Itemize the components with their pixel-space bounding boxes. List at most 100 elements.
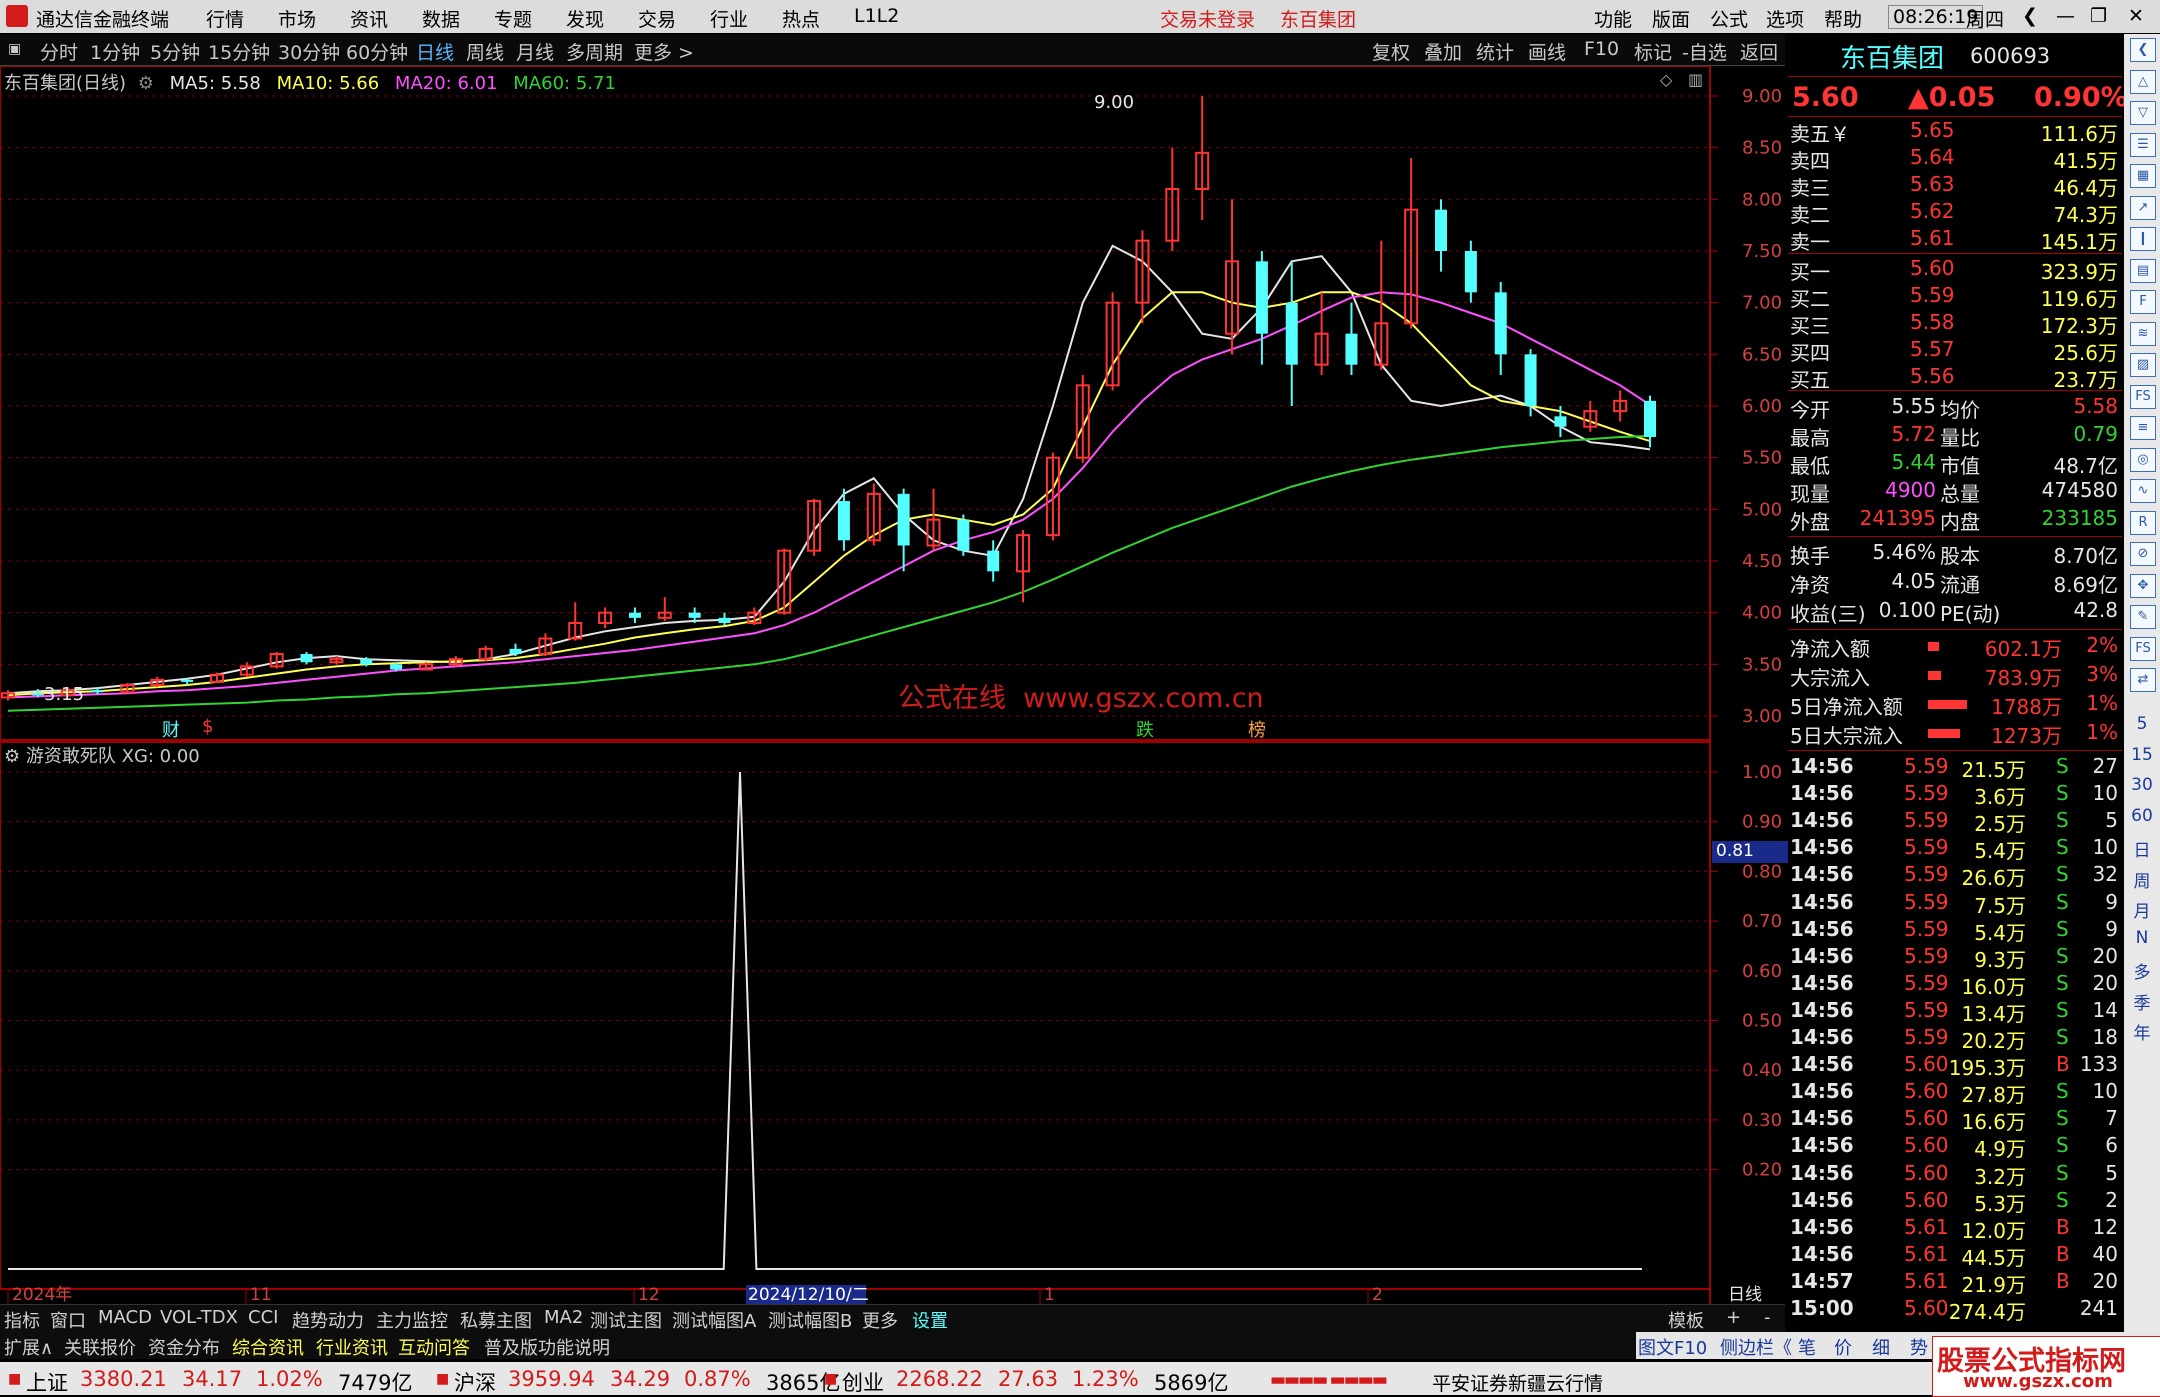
side-tab-5[interactable]: 势 <box>1910 1334 1928 1360</box>
index-name[interactable]: 上证 <box>26 1367 68 1397</box>
side-period-7[interactable]: N <box>2124 928 2160 948</box>
menu-trade[interactable]: 交易 <box>638 5 676 32</box>
watchlist-button[interactable]: -自选 <box>1682 38 1727 65</box>
indicator-tab-4[interactable]: CCI <box>248 1307 278 1328</box>
index-name[interactable]: 创业 <box>842 1367 884 1397</box>
side-period-8[interactable]: 多 <box>2124 958 2160 983</box>
sub-gear-icon[interactable]: ⚙ <box>4 746 20 767</box>
template-tab-1[interactable]: + <box>1726 1307 1741 1328</box>
indicator-tab-9[interactable]: 测试主图 <box>590 1307 662 1333</box>
chart-panel-icon[interactable]: ▥ <box>1688 70 1703 89</box>
period-tab-60min[interactable]: 60分钟 <box>346 38 408 65</box>
stats-button[interactable]: 统计 <box>1476 38 1514 65</box>
ext-tab-4[interactable]: 行业资讯 <box>316 1334 388 1360</box>
restore-icon[interactable]: ❐ <box>2090 5 2107 27</box>
menu-l1l2[interactable]: L1L2 <box>854 5 899 27</box>
ext-tab-1[interactable]: 关联报价 <box>64 1334 136 1360</box>
indicator-tab-0[interactable]: 指标 <box>4 1307 40 1333</box>
side-period-9[interactable]: 季 <box>2124 989 2160 1014</box>
period-tab-15min[interactable]: 15分钟 <box>208 38 270 65</box>
settings-gear-icon[interactable]: ⚙ <box>138 73 154 94</box>
side-period-10[interactable]: 年 <box>2124 1019 2160 1044</box>
indicator-tab-10[interactable]: 测试幅图A <box>672 1307 756 1333</box>
ext-tab-6[interactable]: 普及版功能说明 <box>484 1334 610 1360</box>
indicator-tab-7[interactable]: 私募主图 <box>460 1307 532 1333</box>
lines-icon[interactable]: ≡ <box>2130 416 2156 440</box>
trend-icon[interactable]: ↗ <box>2130 195 2156 220</box>
minimize-icon[interactable]: — <box>2056 5 2075 27</box>
period-tab-monthly[interactable]: 月线 <box>516 38 554 65</box>
side-period-4[interactable]: 日 <box>2124 836 2160 861</box>
side-period-0[interactable]: 5 <box>2124 714 2160 734</box>
menu-formula[interactable]: 公式 <box>1710 5 1748 32</box>
mark-button[interactable]: 标记 <box>1634 38 1672 65</box>
event-marker-dollar[interactable]: $ <box>202 716 213 737</box>
link-icon[interactable]: ⇄ <box>2130 668 2156 692</box>
menu-help[interactable]: 帮助 <box>1824 5 1862 32</box>
menu-discover[interactable]: 发现 <box>566 5 604 32</box>
period-tab-multi[interactable]: 多周期 <box>566 38 623 65</box>
side-tab-1[interactable]: 侧边栏《 <box>1720 1334 1792 1360</box>
side-period-1[interactable]: 15 <box>2124 745 2160 765</box>
side-period-5[interactable]: 周 <box>2124 867 2160 892</box>
period-tab-weekly[interactable]: 周线 <box>466 38 504 65</box>
template-tab-0[interactable]: 模板 <box>1668 1307 1704 1333</box>
event-marker-drop[interactable]: 跌 <box>1136 716 1154 742</box>
side-tab-4[interactable]: 细 <box>1872 1334 1890 1360</box>
f10-button[interactable]: F10 <box>1584 38 1619 60</box>
side-period-3[interactable]: 60 <box>2124 806 2160 826</box>
back-nav-icon[interactable]: ❮ <box>2022 5 2038 27</box>
wave-icon[interactable]: ∿ <box>2130 479 2156 503</box>
indicator-tab-1[interactable]: 窗口 <box>50 1307 86 1333</box>
menu-hot[interactable]: 热点 <box>782 5 820 32</box>
rsi-icon[interactable]: R <box>2130 510 2156 535</box>
indicator-tab-6[interactable]: 主力监控 <box>376 1307 448 1333</box>
close-icon[interactable]: ✕ <box>2128 5 2144 27</box>
side-period-6[interactable]: 月 <box>2124 897 2160 922</box>
ext-tab-3[interactable]: 综合资讯 <box>232 1334 304 1360</box>
menu-data[interactable]: 数据 <box>422 5 460 32</box>
stop-icon[interactable]: ⊘ <box>2130 542 2156 566</box>
indicator-tab-13[interactable]: 设置 <box>912 1307 948 1333</box>
period-tab-30min[interactable]: 30分钟 <box>278 38 340 65</box>
list-icon[interactable]: ☰ <box>2130 132 2156 157</box>
table-icon[interactable]: ▤ <box>2130 258 2156 283</box>
indicator-tab-11[interactable]: 测试幅图B <box>768 1307 852 1333</box>
fs2-icon[interactable]: FS <box>2130 636 2156 661</box>
period-tab-fenshi[interactable]: 分时 <box>40 38 78 65</box>
kline-icon[interactable]: ❙ <box>2130 227 2156 251</box>
menu-quotes[interactable]: 行情 <box>206 5 244 32</box>
indicator-tab-5[interactable]: 趋势动力 <box>292 1307 364 1333</box>
down-icon[interactable]: ▽ <box>2130 101 2156 125</box>
menu-options[interactable]: 选项 <box>1766 5 1804 32</box>
draw-button[interactable]: 画线 <box>1528 38 1566 65</box>
indicator-tab-12[interactable]: 更多 <box>862 1307 898 1333</box>
period-tab-1min[interactable]: 1分钟 <box>90 38 140 65</box>
template-tab-2[interactable]: - <box>1764 1307 1771 1328</box>
ext-tab-2[interactable]: 资金分布 <box>148 1334 220 1360</box>
side-tab-0[interactable]: 图文F10 <box>1638 1334 1707 1360</box>
side-tab-2[interactable]: 笔 <box>1798 1334 1816 1360</box>
move-icon[interactable]: ✥ <box>2130 573 2156 598</box>
overlay-button[interactable]: 叠加 <box>1424 38 1462 65</box>
grid-icon[interactable]: ▦ <box>2130 164 2156 188</box>
event-marker-finance[interactable]: 财 <box>162 716 180 742</box>
pen-icon[interactable]: ✎ <box>2130 605 2156 629</box>
side-tab-3[interactable]: 价 <box>1834 1334 1852 1360</box>
menu-news[interactable]: 资讯 <box>350 5 388 32</box>
bars-icon[interactable]: ≋ <box>2130 321 2156 346</box>
indicator-tab-3[interactable]: VOL-TDX <box>160 1307 238 1328</box>
adjust-button[interactable]: 复权 <box>1372 38 1410 65</box>
period-tab-daily[interactable]: 日线 <box>416 38 454 65</box>
ext-tab-0[interactable]: 扩展∧ <box>4 1334 53 1360</box>
back-icon[interactable]: ❮ <box>2130 38 2156 62</box>
menu-industry[interactable]: 行业 <box>710 5 748 32</box>
return-button[interactable]: 返回 <box>1740 38 1778 65</box>
menu-layout[interactable]: 版面 <box>1652 5 1690 32</box>
menu-market[interactable]: 市场 <box>278 5 316 32</box>
menu-function[interactable]: 功能 <box>1594 5 1632 32</box>
fs-icon[interactable]: FS <box>2130 384 2156 409</box>
event-marker-list[interactable]: 榜 <box>1248 716 1266 742</box>
period-tab-5min[interactable]: 5分钟 <box>150 38 200 65</box>
circle-icon[interactable]: ◎ <box>2130 447 2156 472</box>
